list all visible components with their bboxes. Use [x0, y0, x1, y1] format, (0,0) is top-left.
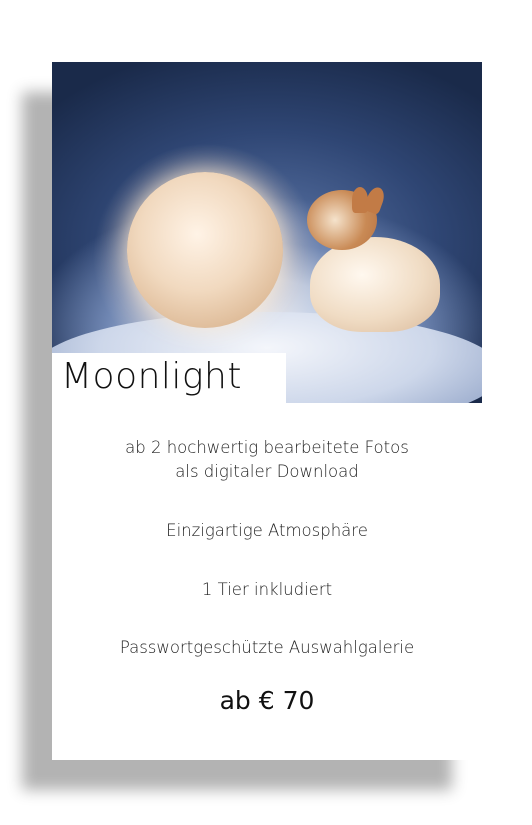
product-card: Moonlight ab 2 hochwertig bearbeitete Fo… — [52, 62, 482, 760]
product-photo — [52, 62, 482, 403]
dog-body — [310, 237, 440, 332]
card-title: Moonlight — [61, 356, 242, 397]
price: ab € 70 — [219, 686, 315, 715]
feature-line: ab 2 hochwertig bearbeitete Fotos — [125, 438, 409, 457]
moon — [127, 172, 283, 328]
feature-line: Passwortgeschützte Auswahlgalerie — [119, 638, 415, 657]
feature-line: Einzigartige Atmosphäre — [166, 521, 368, 540]
dog-ear — [363, 185, 387, 215]
feature-line: 1 Tier inkludiert — [201, 580, 333, 599]
feature-line: als digitaler Download — [175, 462, 359, 481]
